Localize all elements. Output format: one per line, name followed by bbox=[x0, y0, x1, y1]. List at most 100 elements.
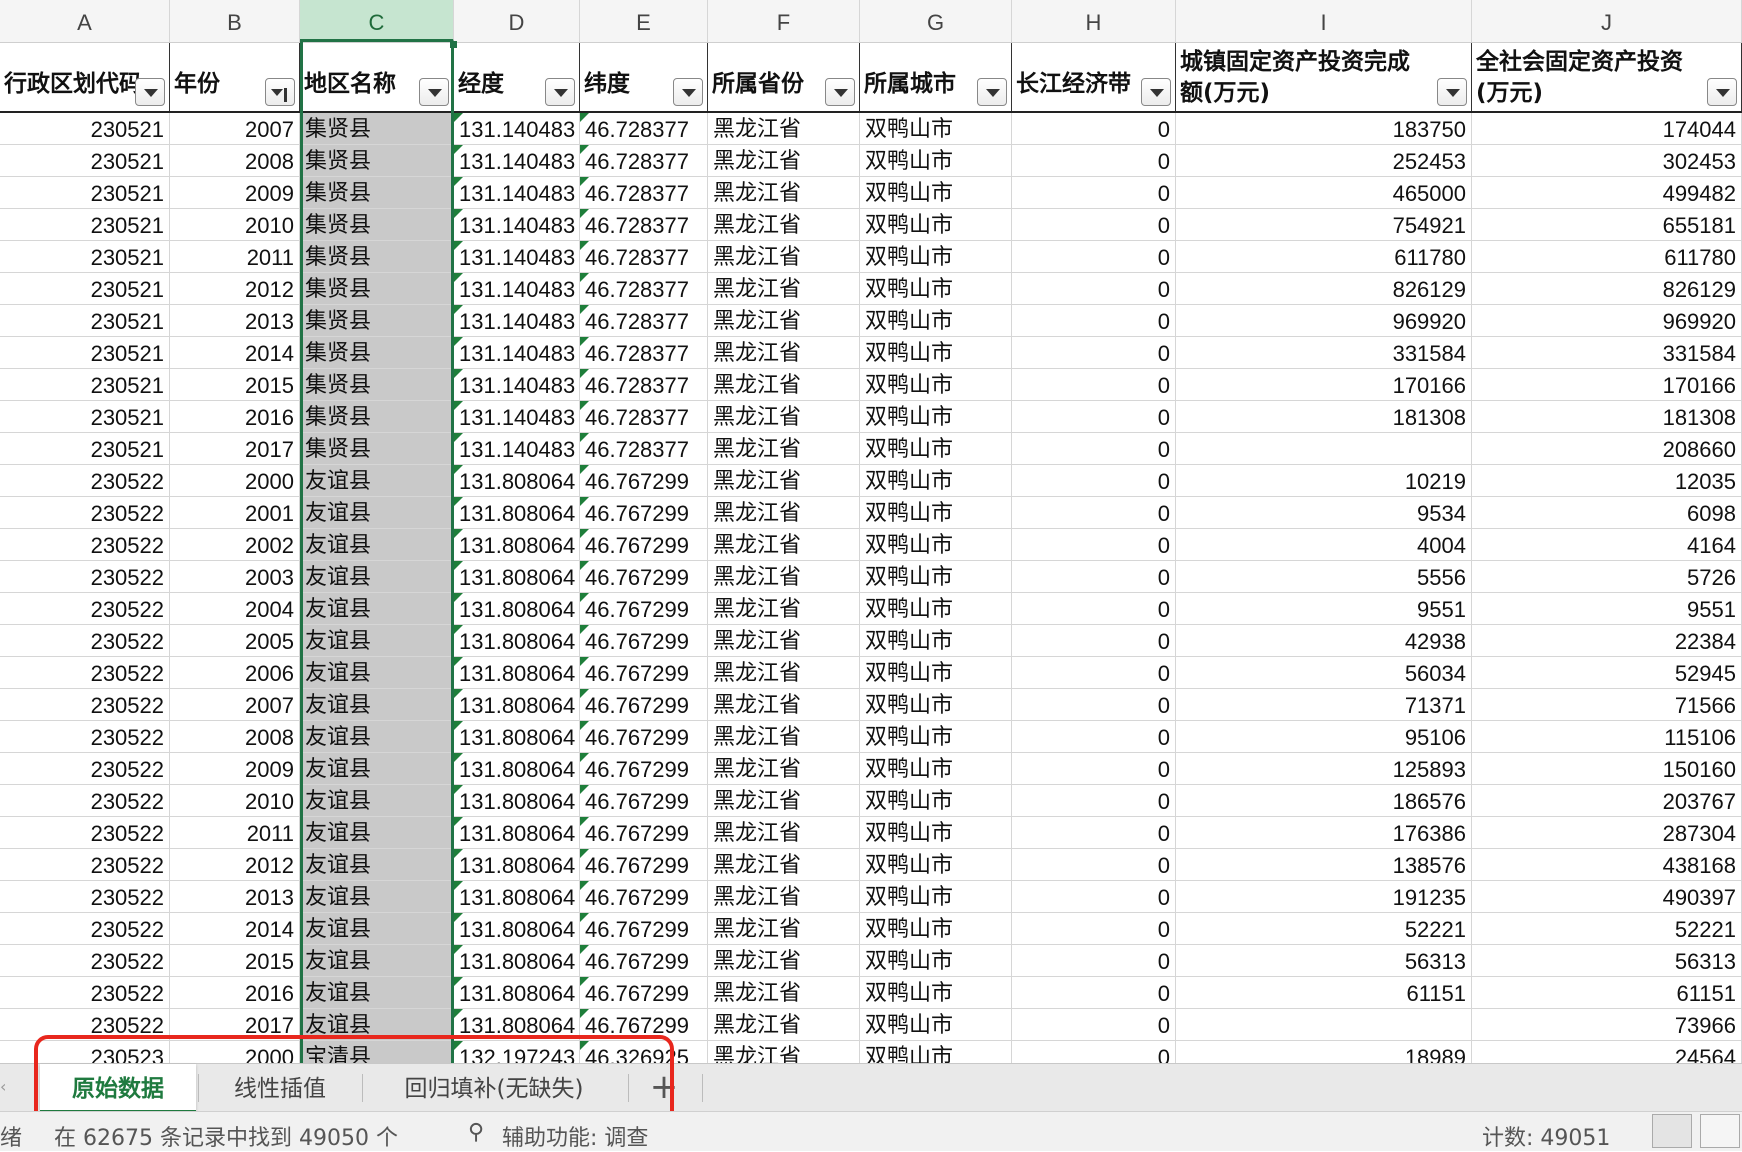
table-cell[interactable]: 宝清县 bbox=[300, 1041, 454, 1063]
header-cell[interactable]: 行政区划代码 bbox=[0, 43, 170, 111]
table-cell[interactable]: 131.808064 bbox=[454, 593, 580, 625]
table-cell[interactable]: 黑龙江省 bbox=[708, 465, 860, 497]
table-cell[interactable]: 友谊县 bbox=[300, 465, 454, 497]
table-cell[interactable]: 826129 bbox=[1176, 273, 1472, 305]
table-cell[interactable]: 黑龙江省 bbox=[708, 561, 860, 593]
filter-dropdown-icon[interactable] bbox=[1141, 78, 1171, 106]
normal-view-icon[interactable] bbox=[1652, 1114, 1692, 1148]
table-cell[interactable]: 双鸭山市 bbox=[860, 145, 1012, 177]
column-header-f[interactable]: F bbox=[708, 0, 860, 42]
table-cell[interactable]: 61151 bbox=[1472, 977, 1742, 1009]
table-cell[interactable]: 754921 bbox=[1176, 209, 1472, 241]
table-cell[interactable]: 0 bbox=[1012, 657, 1176, 689]
table-cell[interactable]: 双鸭山市 bbox=[860, 337, 1012, 369]
table-cell[interactable]: 56034 bbox=[1176, 657, 1472, 689]
table-cell[interactable]: 集贤县 bbox=[300, 209, 454, 241]
table-cell[interactable]: 黑龙江省 bbox=[708, 529, 860, 561]
table-cell[interactable]: 0 bbox=[1012, 401, 1176, 433]
table-cell[interactable]: 71566 bbox=[1472, 689, 1742, 721]
table-cell[interactable]: 黑龙江省 bbox=[708, 721, 860, 753]
table-cell[interactable]: 230521 bbox=[0, 209, 170, 241]
table-cell[interactable]: 230522 bbox=[0, 753, 170, 785]
sheet-tab-linear-interpolation[interactable]: 线性插值 bbox=[200, 1064, 360, 1110]
filter-dropdown-icon[interactable] bbox=[419, 78, 449, 106]
table-cell[interactable]: 双鸭山市 bbox=[860, 849, 1012, 881]
table-cell[interactable]: 0 bbox=[1012, 177, 1176, 209]
table-cell[interactable]: 131.140483 bbox=[454, 273, 580, 305]
table-cell[interactable]: 黑龙江省 bbox=[708, 241, 860, 273]
table-cell[interactable]: 230522 bbox=[0, 465, 170, 497]
column-header-g[interactable]: G bbox=[860, 0, 1012, 42]
table-cell[interactable]: 友谊县 bbox=[300, 497, 454, 529]
table-cell[interactable]: 230522 bbox=[0, 625, 170, 657]
table-cell[interactable]: 双鸭山市 bbox=[860, 657, 1012, 689]
table-cell[interactable]: 287304 bbox=[1472, 817, 1742, 849]
table-cell[interactable]: 611780 bbox=[1472, 241, 1742, 273]
table-cell[interactable]: 46.767299 bbox=[580, 913, 708, 945]
table-cell[interactable]: 2016 bbox=[170, 977, 300, 1009]
table-cell[interactable]: 331584 bbox=[1176, 337, 1472, 369]
table-cell[interactable]: 46.767299 bbox=[580, 817, 708, 849]
table-cell[interactable]: 0 bbox=[1012, 785, 1176, 817]
table-cell[interactable]: 203767 bbox=[1472, 785, 1742, 817]
table-cell[interactable]: 0 bbox=[1012, 337, 1176, 369]
table-cell[interactable]: 252453 bbox=[1176, 145, 1472, 177]
table-cell[interactable]: 双鸭山市 bbox=[860, 913, 1012, 945]
table-cell[interactable]: 174044 bbox=[1472, 113, 1742, 145]
table-cell[interactable]: 友谊县 bbox=[300, 817, 454, 849]
table-cell[interactable]: 131.808064 bbox=[454, 625, 580, 657]
table-cell[interactable]: 黑龙江省 bbox=[708, 433, 860, 465]
table-cell[interactable]: 131.808064 bbox=[454, 785, 580, 817]
table-cell[interactable]: 0 bbox=[1012, 529, 1176, 561]
table-cell[interactable]: 黑龙江省 bbox=[708, 273, 860, 305]
table-cell[interactable]: 125893 bbox=[1176, 753, 1472, 785]
table-cell[interactable] bbox=[1176, 433, 1472, 465]
table-cell[interactable]: 95106 bbox=[1176, 721, 1472, 753]
table-cell[interactable]: 183750 bbox=[1176, 113, 1472, 145]
table-cell[interactable]: 0 bbox=[1012, 753, 1176, 785]
table-cell[interactable]: 黑龙江省 bbox=[708, 401, 860, 433]
table-cell[interactable]: 黑龙江省 bbox=[708, 113, 860, 145]
page-layout-view-icon[interactable] bbox=[1700, 1114, 1740, 1148]
table-cell[interactable]: 黑龙江省 bbox=[708, 977, 860, 1009]
table-cell[interactable]: 2012 bbox=[170, 273, 300, 305]
table-cell[interactable]: 0 bbox=[1012, 977, 1176, 1009]
table-cell[interactable]: 6098 bbox=[1472, 497, 1742, 529]
table-cell[interactable]: 黑龙江省 bbox=[708, 305, 860, 337]
filter-dropdown-icon[interactable] bbox=[977, 78, 1007, 106]
table-cell[interactable]: 826129 bbox=[1472, 273, 1742, 305]
table-cell[interactable]: 230522 bbox=[0, 785, 170, 817]
table-cell[interactable]: 611780 bbox=[1176, 241, 1472, 273]
table-cell[interactable]: 友谊县 bbox=[300, 881, 454, 913]
table-cell[interactable]: 230522 bbox=[0, 561, 170, 593]
header-cell[interactable]: 城镇固定资产投资完成额(万元) bbox=[1176, 43, 1472, 111]
filter-dropdown-icon[interactable] bbox=[1707, 78, 1737, 106]
table-cell[interactable]: 2006 bbox=[170, 657, 300, 689]
table-cell[interactable]: 0 bbox=[1012, 593, 1176, 625]
table-cell[interactable]: 230522 bbox=[0, 849, 170, 881]
table-cell[interactable]: 黑龙江省 bbox=[708, 1041, 860, 1063]
table-cell[interactable]: 230521 bbox=[0, 113, 170, 145]
table-cell[interactable]: 2016 bbox=[170, 401, 300, 433]
table-cell[interactable]: 465000 bbox=[1176, 177, 1472, 209]
table-cell[interactable]: 黑龙江省 bbox=[708, 209, 860, 241]
table-cell[interactable]: 双鸭山市 bbox=[860, 881, 1012, 913]
table-cell[interactable]: 230522 bbox=[0, 977, 170, 1009]
table-cell[interactable]: 0 bbox=[1012, 721, 1176, 753]
table-cell[interactable]: 131.140483 bbox=[454, 433, 580, 465]
table-cell[interactable]: 186576 bbox=[1176, 785, 1472, 817]
table-cell[interactable]: 138576 bbox=[1176, 849, 1472, 881]
table-cell[interactable]: 46.728377 bbox=[580, 145, 708, 177]
table-cell[interactable]: 131.808064 bbox=[454, 753, 580, 785]
table-cell[interactable]: 230522 bbox=[0, 817, 170, 849]
accessibility-icon[interactable]: ⚲ bbox=[468, 1120, 484, 1145]
table-cell[interactable]: 友谊县 bbox=[300, 561, 454, 593]
table-cell[interactable]: 61151 bbox=[1176, 977, 1472, 1009]
table-cell[interactable]: 集贤县 bbox=[300, 401, 454, 433]
table-cell[interactable]: 46.767299 bbox=[580, 753, 708, 785]
table-cell[interactable]: 2009 bbox=[170, 177, 300, 209]
table-cell[interactable]: 0 bbox=[1012, 1041, 1176, 1063]
table-cell[interactable]: 双鸭山市 bbox=[860, 369, 1012, 401]
column-header-h[interactable]: H bbox=[1012, 0, 1176, 42]
table-cell[interactable]: 黑龙江省 bbox=[708, 337, 860, 369]
